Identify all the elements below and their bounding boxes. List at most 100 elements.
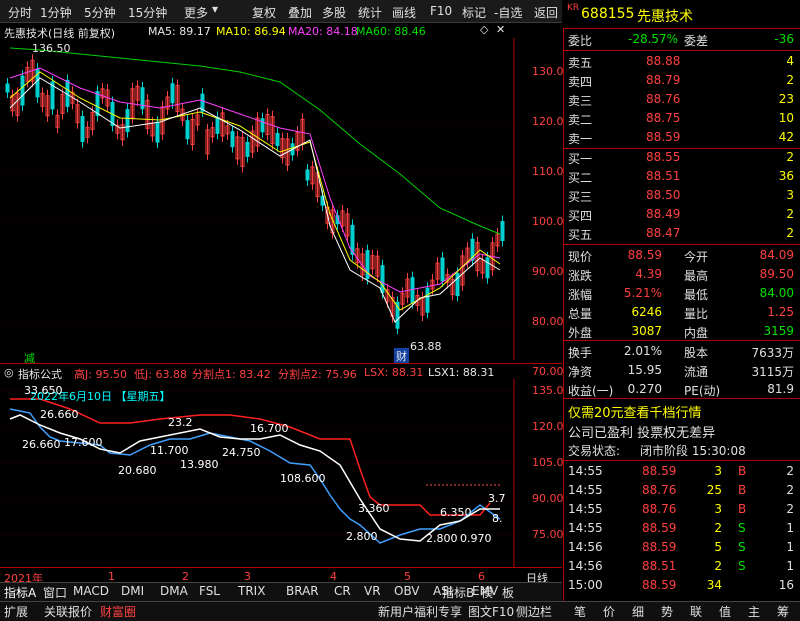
tab-indicator-15[interactable]: 板 bbox=[502, 584, 514, 601]
toolbar-1min[interactable]: 1分钟 bbox=[40, 4, 72, 21]
stat-value: 3087 bbox=[631, 324, 662, 338]
side-tab-4[interactable]: 联 bbox=[682, 603, 710, 620]
tick-price: 88.59 bbox=[642, 540, 677, 554]
indicator-price-label: 3.7 bbox=[488, 492, 506, 505]
side-tab-7[interactable]: 筹 bbox=[769, 603, 797, 620]
ma5-label: MA5: 89.17 bbox=[148, 25, 211, 38]
close-icon[interactable]: ✕ bbox=[496, 23, 505, 36]
toolbar-15min[interactable]: 15分钟 bbox=[128, 4, 167, 21]
tick-time: 14:55 bbox=[568, 502, 603, 516]
indicator-price-label: 13.980 bbox=[180, 458, 219, 471]
toolbar-f10[interactable]: F10 bbox=[430, 4, 452, 18]
weicha-label: 委差 bbox=[684, 34, 709, 48]
order-price: 88.50 bbox=[646, 188, 681, 202]
toolbar-mark[interactable]: 标记 bbox=[462, 4, 486, 21]
chevron-down-icon[interactable]: ▾ bbox=[212, 2, 218, 16]
tick-time: 14:55 bbox=[568, 521, 603, 535]
stock-badge: KR bbox=[567, 3, 580, 13]
collapse-icon[interactable]: ◎ bbox=[4, 366, 14, 379]
stat-label: 净资 bbox=[568, 365, 593, 379]
toolbar-draw[interactable]: 画线 bbox=[392, 4, 416, 21]
stat-value: 88.59 bbox=[627, 248, 662, 262]
stock-header: KR 688155 先惠技术 bbox=[563, 0, 800, 29]
side-tab-1[interactable]: 价 bbox=[595, 603, 623, 620]
side-tab-0[interactable]: 笔 bbox=[566, 603, 594, 620]
stat-row: 涨幅 5.21% 最低 84.00 bbox=[566, 284, 798, 303]
toolbar-intraday[interactable]: 分时 bbox=[8, 4, 32, 21]
stat-label: PE(动) bbox=[684, 384, 721, 398]
order-book-row[interactable]: 卖五 88.88 4 bbox=[566, 52, 798, 71]
tab-indicator-3[interactable]: DMI bbox=[121, 584, 144, 598]
high-price-label: 136.50 bbox=[22, 42, 71, 55]
tab-f10[interactable]: 图文F10 bbox=[468, 603, 514, 620]
tick-count: 2 bbox=[786, 502, 794, 516]
order-book-row[interactable]: 买二 88.51 36 bbox=[566, 167, 798, 186]
toolbar-5min[interactable]: 5分钟 bbox=[84, 4, 116, 21]
tab-indicator-2[interactable]: MACD bbox=[73, 584, 109, 598]
tab-indicator-9[interactable]: VR bbox=[364, 584, 381, 598]
y-tick-label: 90.00 bbox=[532, 492, 564, 505]
order-book-row[interactable]: 买三 88.50 3 bbox=[566, 186, 798, 205]
indicator-price-label: 108.600 bbox=[280, 472, 326, 485]
toolbar-multi[interactable]: 多股 bbox=[322, 4, 346, 21]
order-book-row[interactable]: 买一 88.55 2 bbox=[566, 148, 798, 167]
indicator-price-label: 16.700 bbox=[250, 422, 289, 435]
indicator-price-label: 24.750 bbox=[222, 446, 261, 459]
settings-icon[interactable]: ◇ bbox=[480, 23, 488, 36]
tab-indicator-13[interactable]: 指标B bbox=[442, 584, 474, 601]
toolbar-overlay[interactable]: 叠加 bbox=[288, 4, 312, 21]
tab-indicator-8[interactable]: CR bbox=[334, 584, 351, 598]
order-level-label: 买一 bbox=[568, 152, 593, 166]
tab-wealth-circle[interactable]: 财富圈 bbox=[100, 603, 136, 620]
promo-row[interactable]: 仅需20元查看千档行情 bbox=[566, 400, 798, 421]
order-price: 88.79 bbox=[646, 73, 681, 87]
indicator-price-label: 0.970 bbox=[460, 532, 492, 545]
tab-indicator-5[interactable]: FSL bbox=[199, 584, 220, 598]
order-book-row[interactable]: 买四 88.49 2 bbox=[566, 205, 798, 224]
tab-related-quote[interactable]: 关联报价 bbox=[44, 603, 92, 620]
y-tick-label: 120.0 bbox=[532, 115, 564, 128]
y-tick-label: 110.0 bbox=[532, 165, 564, 178]
order-book-row[interactable]: 卖二 88.75 10 bbox=[566, 109, 798, 128]
order-book-row[interactable]: 卖三 88.76 23 bbox=[566, 90, 798, 109]
order-level-label: 卖三 bbox=[568, 94, 593, 108]
side-tab-3[interactable]: 势 bbox=[653, 603, 681, 620]
toolbar-stats[interactable]: 统计 bbox=[358, 4, 382, 21]
order-level-label: 卖四 bbox=[568, 75, 593, 89]
divider bbox=[564, 398, 800, 399]
order-price: 88.49 bbox=[646, 207, 681, 221]
stat-row: 现价 88.59 今开 84.09 bbox=[566, 246, 798, 265]
side-tab-6[interactable]: 主 bbox=[740, 603, 768, 620]
toolbar-back[interactable]: 返回 bbox=[534, 4, 558, 21]
tick-volume: 3 bbox=[714, 502, 722, 516]
weicha-value: -36 bbox=[774, 32, 794, 46]
tab-extend[interactable]: 扩展 bbox=[4, 603, 28, 620]
indicator-price-label: 33.650 bbox=[24, 384, 63, 397]
tab-indicator-4[interactable]: DMA bbox=[160, 584, 188, 598]
order-price: 88.47 bbox=[646, 226, 681, 240]
cai-marker: 财 bbox=[394, 348, 409, 364]
tab-indicator-14[interactable]: 模 bbox=[481, 584, 493, 601]
tick-time: 14:55 bbox=[568, 464, 603, 478]
promo-text[interactable]: 仅需20元查看千档行情 bbox=[568, 402, 702, 421]
order-book-row[interactable]: 买五 88.47 2 bbox=[566, 224, 798, 243]
toolbar-watchlist[interactable]: -自选 bbox=[494, 4, 522, 21]
tab-new-user[interactable]: 新用户福利专享 bbox=[378, 603, 462, 620]
toolbar-more[interactable]: 更多 bbox=[184, 4, 208, 21]
order-book-row[interactable]: 卖四 88.79 2 bbox=[566, 71, 798, 90]
tab-indicator-7[interactable]: BRAR bbox=[286, 584, 319, 598]
tab-indicator-6[interactable]: TRIX bbox=[238, 584, 265, 598]
tab-sidebar[interactable]: 侧边栏 bbox=[516, 603, 552, 620]
order-book-row[interactable]: 卖一 88.59 42 bbox=[566, 128, 798, 147]
stat-value: 1.25 bbox=[767, 305, 794, 319]
tab-indicator-0[interactable]: 指标A bbox=[4, 584, 36, 601]
side-tab-5[interactable]: 值 bbox=[711, 603, 739, 620]
stat-label: 最低 bbox=[684, 288, 709, 302]
tab-indicator-1[interactable]: 窗口 bbox=[43, 584, 67, 601]
ma10-label: MA10: 86.94 bbox=[216, 25, 286, 38]
toolbar-adjust[interactable]: 复权 bbox=[252, 4, 276, 21]
tab-indicator-10[interactable]: OBV bbox=[394, 584, 420, 598]
weibi-row: 委比 -28.57% 委差 -36 bbox=[566, 30, 798, 49]
side-tab-2[interactable]: 细 bbox=[624, 603, 652, 620]
stat-value: 0.270 bbox=[627, 382, 662, 396]
